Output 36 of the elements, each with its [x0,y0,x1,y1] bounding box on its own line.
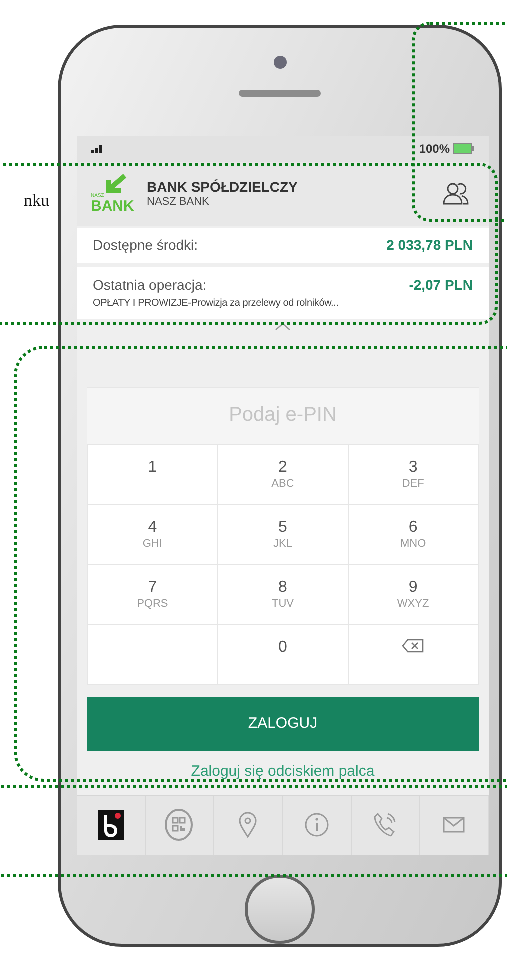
keypad-key[interactable]: 7 PQRS [88,564,218,625]
keypad-key[interactable]: 8 TUV [218,564,349,625]
backspace-icon [402,638,424,653]
login-button[interactable]: ZALOGUJ [87,696,479,751]
keypad-key[interactable]: 5 JKL [218,504,349,565]
last-operation-description: OPŁATY I PROWIZJE-Prowizja za przelewy od rolników... [93,296,340,311]
mail-icon[interactable] [443,817,466,834]
keypad-key[interactable]: 6 MNO [348,504,479,565]
speaker-icon [239,90,321,97]
last-operation-label: Ostatnia operacja: [93,276,207,295]
keypad-key[interactable]: 4 GHI [88,504,218,565]
logo-text: BANK [91,198,134,214]
bank-title: BANK SPÓŁDZIELCZY [147,178,299,195]
backspace-key[interactable] [348,624,479,685]
location-pin-icon[interactable] [239,812,258,838]
bank-subtitle: NASZ BANK [147,194,210,209]
chevron-up-icon[interactable] [275,322,291,331]
battery-percent: 100% [419,140,450,158]
keypad-key[interactable]: 1 [88,444,218,505]
logo-arrow-icon [105,174,127,194]
signal-icon [91,144,105,154]
annotation-text: nku [24,190,50,212]
users-icon[interactable] [443,182,469,205]
qr-code-icon[interactable] [164,809,194,842]
phone-icon[interactable] [373,812,398,838]
keypad-key[interactable]: 9 WXYZ [348,564,479,625]
keypad-key[interactable]: 3 DEF [348,444,479,505]
app-logo-icon[interactable] [98,810,124,840]
battery-icon [453,143,475,154]
last-operation-value: -2,07 PLN [409,276,473,295]
keypad-key[interactable]: 0 [218,624,349,685]
camera-icon [274,56,286,69]
info-icon[interactable] [304,813,329,838]
keypad-key[interactable]: 2 ABC [218,444,349,505]
balance-value: 2 033,78 PLN [386,236,473,255]
balance-label: Dostępne środki: [93,236,198,255]
